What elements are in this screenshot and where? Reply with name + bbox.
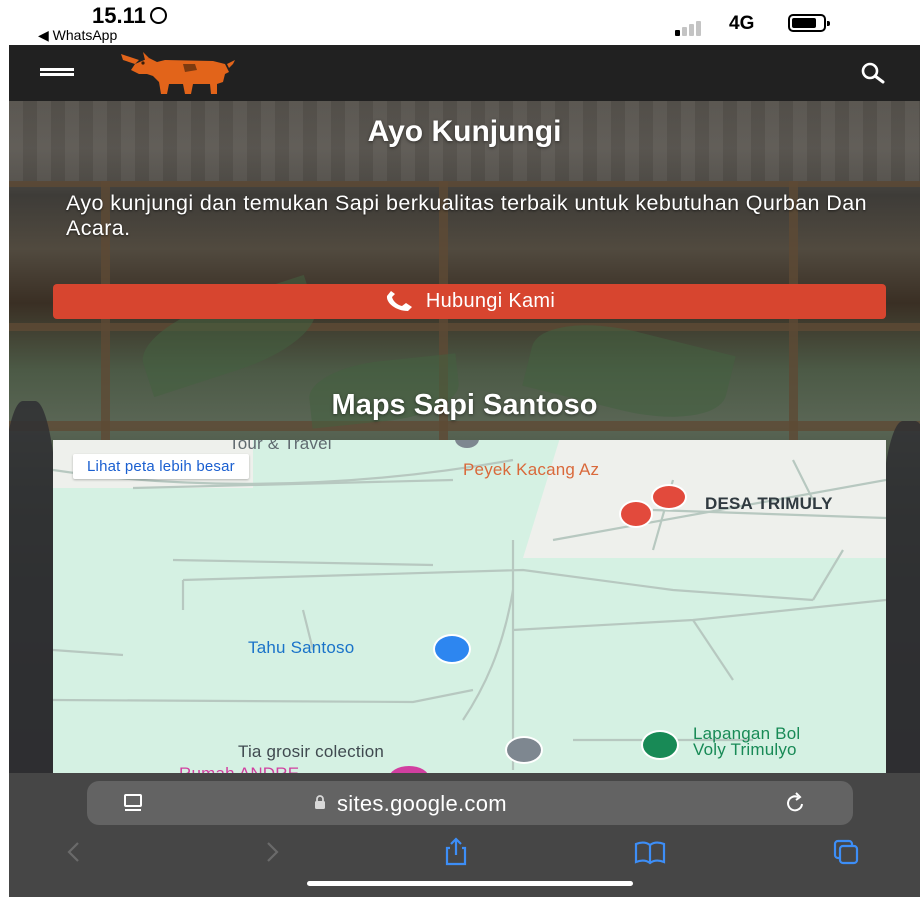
url-text: sites.google.com [337, 791, 507, 816]
lock-icon [315, 795, 325, 809]
shopping-pin-icon [619, 500, 653, 528]
search-icon[interactable] [860, 61, 886, 85]
address-bar[interactable]: sites.google.com [87, 781, 853, 825]
larger-map-link[interactable]: Lihat peta lebih besar [73, 454, 249, 479]
hamburger-icon[interactable] [40, 68, 74, 80]
cow-logo-icon[interactable] [113, 50, 237, 96]
hero-description: Ayo kunjungi dan temukan Sapi berkualita… [66, 191, 867, 240]
share-icon[interactable] [441, 837, 471, 867]
poi-lapangan[interactable]: Lapangan Bol Voly Trimulyo [693, 725, 800, 758]
poi-tahu-santoso[interactable]: Tahu Santoso [248, 638, 354, 658]
back-to-app-link[interactable]: ◀ WhatsApp [38, 27, 117, 44]
poi-desa-trimulyo[interactable]: DESA TRIMULY [705, 494, 833, 514]
signal-icon [675, 18, 703, 36]
tabs-icon[interactable] [831, 837, 861, 867]
phone-icon [386, 290, 412, 311]
poi-pin-icon [505, 736, 543, 764]
poi-tia-grosir[interactable]: Tia grosir colection [238, 742, 384, 762]
forward-icon[interactable] [257, 837, 287, 867]
store-pin-icon [651, 484, 687, 510]
smiley-icon [149, 7, 167, 24]
contact-us-button[interactable]: Hubungi Kami [53, 284, 886, 319]
poi-tour-travel[interactable]: Tour & Travel [229, 440, 332, 454]
battery-icon [788, 14, 830, 32]
back-icon[interactable] [59, 837, 89, 867]
embedded-map[interactable]: Lihat peta lebih besar Tour & Travel Pey… [53, 440, 886, 775]
contact-us-label: Hubungi Kami [425, 290, 556, 312]
reload-icon[interactable] [784, 792, 806, 814]
status-bar: 15.11 ◀ WhatsApp 4G [9, 0, 920, 45]
shopping-pin-icon [433, 634, 471, 664]
poi-peyek-kacang[interactable]: Peyek Kacang Az [463, 460, 599, 480]
bookmarks-icon[interactable] [633, 837, 667, 867]
browser-toolbar: sites.google.com [9, 773, 920, 897]
home-indicator[interactable] [307, 881, 633, 886]
phone-screen: 15.11 ◀ WhatsApp 4G Ayo Kunjungi Ayo kun… [9, 0, 920, 897]
reader-icon[interactable] [123, 793, 143, 813]
site-header [9, 45, 920, 101]
network-type: 4G [729, 13, 755, 34]
hero-title: Ayo Kunjungi [367, 115, 562, 148]
status-time: 15.11 [92, 3, 167, 29]
maps-title: Maps Sapi Santoso [331, 389, 598, 421]
hero-section: Ayo Kunjungi Ayo kunjungi dan temukan Sa… [9, 101, 920, 775]
park-pin-icon [641, 730, 679, 760]
